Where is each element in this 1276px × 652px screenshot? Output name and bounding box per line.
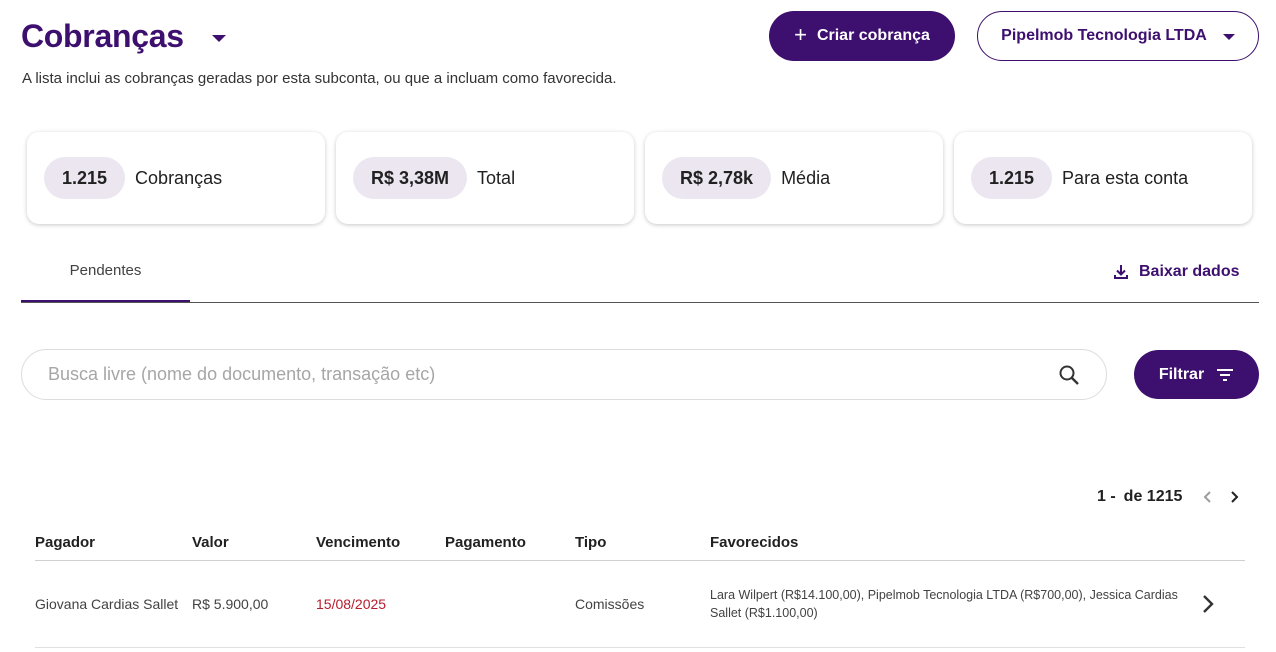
pagination-range: 1 - [1097,488,1116,505]
tab-pendentes[interactable]: Pendentes [21,252,190,303]
filter-label: Filtrar [1158,365,1205,383]
summary-label: Total [477,167,516,188]
chevron-right-icon[interactable] [1199,593,1217,615]
summary-card-total: R$ 3,38M Total [336,132,634,224]
account-selector[interactable]: Pipelmob Tecnologia LTDA [977,11,1259,61]
caret-down-icon[interactable] [211,34,226,42]
summary-label: Para esta conta [1062,167,1189,188]
summary-card-count: 1.215 Cobranças [27,132,325,224]
column-header: Valor [192,534,229,551]
search-bar [21,349,1107,400]
filter-icon [1217,368,1234,381]
summary-card-average: R$ 2,78k Média [645,132,943,224]
summary-label: Cobranças [135,167,223,188]
chevron-right-icon[interactable] [1226,489,1242,505]
summary-value: 1.215 [971,157,1053,199]
column-header: Pagador [35,534,96,551]
caret-down-icon [1222,34,1235,40]
create-charge-label: Criar cobrança [816,27,930,44]
summary-cards: 1.215 Cobranças R$ 3,38M Total R$ 2,78k … [27,132,1252,224]
page-title: Cobranças [21,18,184,54]
payer-cell: Giovana Cardias Sallet [35,596,179,612]
summary-value: R$ 3,38M [353,157,468,199]
due-date-cell: 15/08/2025 [316,596,387,612]
table-row[interactable]: Giovana Cardias Sallet R$ 5.900,00 15/08… [35,561,1245,648]
column-header: Pagamento [445,534,526,551]
download-data-button[interactable]: Baixar dados [1113,263,1239,281]
type-cell: Comissões [575,596,645,612]
filter-button[interactable]: Filtrar [1134,350,1259,399]
page-header: Cobranças [21,16,226,56]
column-header: Favorecidos [710,534,799,551]
tab-divider [21,302,1259,303]
summary-label: Média [781,167,831,188]
download-icon [1114,265,1128,279]
summary-value: R$ 2,78k [662,157,772,199]
charges-table: Pagador Valor Vencimento Pagamento Tipo … [35,534,1245,648]
page-subtitle: A lista inclui as cobranças geradas por … [22,70,617,87]
column-header: Vencimento [316,534,401,551]
chevron-left-icon[interactable] [1200,489,1216,505]
amount-cell: R$ 5.900,00 [192,596,269,612]
download-label: Baixar dados [1139,263,1240,280]
summary-card-account: 1.215 Para esta conta [954,132,1252,224]
column-header: Tipo [575,534,607,551]
create-charge-button[interactable]: + Criar cobrança [769,11,955,61]
pagination: 1 - de 1215 [1097,488,1242,506]
pagination-total: de 1215 [1123,488,1183,505]
summary-value: 1.215 [44,157,126,199]
search-input[interactable] [48,364,1058,385]
beneficiaries-cell: Lara Wilpert (R$14.100,00), Pipelmob Tec… [710,588,1178,620]
table-header: Pagador Valor Vencimento Pagamento Tipo … [35,534,1245,561]
account-selector-label: Pipelmob Tecnologia LTDA [1001,27,1207,44]
plus-icon: + [794,22,807,47]
search-icon[interactable] [1058,364,1080,386]
